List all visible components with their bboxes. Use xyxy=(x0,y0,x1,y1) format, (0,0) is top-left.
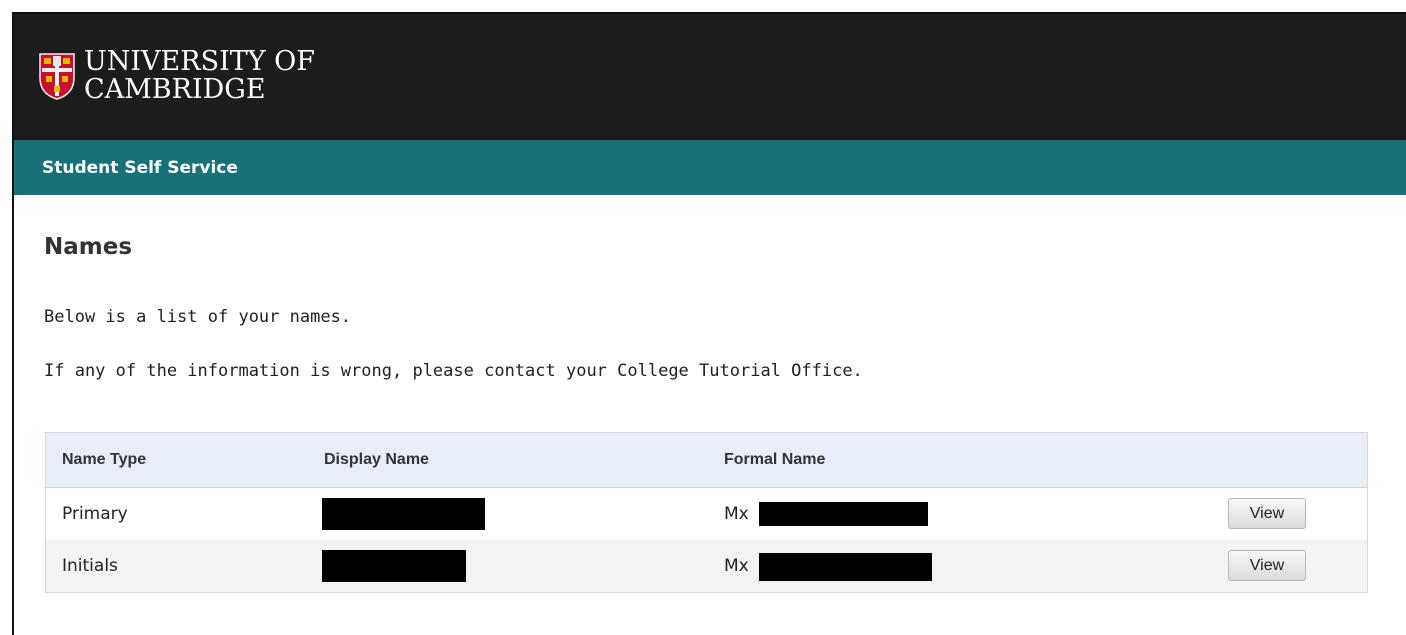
university-logo[interactable]: UNIVERSITY OF CAMBRIDGE xyxy=(38,48,315,104)
name-type-cell: Initials xyxy=(62,556,118,576)
section-title[interactable]: Student Self Service xyxy=(42,158,238,178)
notice-text: If any of the information is wrong, plea… xyxy=(44,361,863,381)
column-header-name-type: Name Type xyxy=(62,451,147,468)
column-header-display-name: Display Name xyxy=(324,451,429,468)
section-bar: Student Self Service xyxy=(14,140,1406,195)
name-type-cell: Primary xyxy=(62,504,128,524)
formal-name-prefix: Mx xyxy=(724,504,749,524)
redacted-formal-name xyxy=(759,553,932,581)
column-header-formal-name: Formal Name xyxy=(724,451,826,468)
view-button[interactable]: View xyxy=(1228,550,1306,581)
view-button[interactable]: View xyxy=(1228,498,1306,529)
table-header: Name Type Display Name Formal Name xyxy=(46,433,1367,488)
page-frame: UNIVERSITY OF CAMBRIDGE Student Self Ser… xyxy=(12,12,1406,635)
intro-text: Below is a list of your names. xyxy=(44,307,352,327)
table-row: Initials Mx View xyxy=(46,540,1367,592)
table-row: Primary Mx View xyxy=(46,488,1367,540)
page-title: Names xyxy=(44,234,133,260)
university-crest-icon xyxy=(39,53,75,100)
top-banner: UNIVERSITY OF CAMBRIDGE xyxy=(14,14,1406,140)
formal-name-prefix: Mx xyxy=(724,556,749,576)
redacted-display-name xyxy=(322,550,466,582)
redacted-formal-name xyxy=(759,502,928,526)
names-table: Name Type Display Name Formal Name Prima… xyxy=(45,432,1368,593)
logo-line-2: CAMBRIDGE xyxy=(84,74,266,105)
logo-line-1: UNIVERSITY OF xyxy=(84,46,316,77)
redacted-display-name xyxy=(322,498,485,530)
